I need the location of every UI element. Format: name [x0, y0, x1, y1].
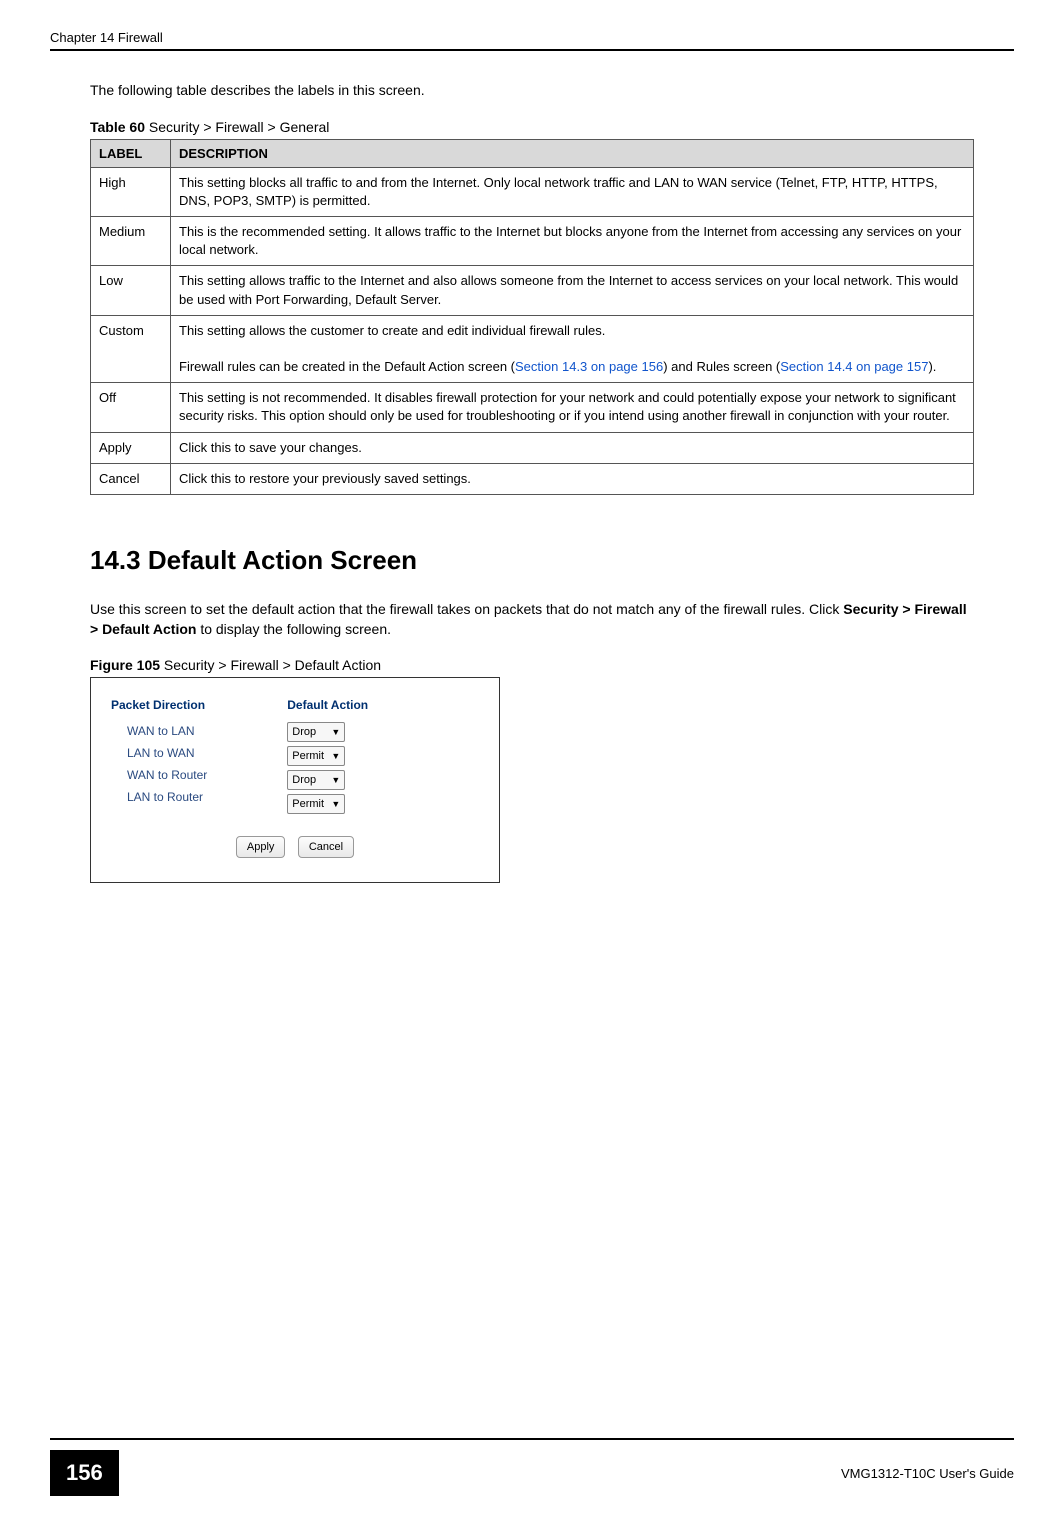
- cell-desc: This setting is not recommended. It disa…: [171, 383, 974, 432]
- packet-direction-column: Packet Direction WAN to LAN LAN to WAN W…: [111, 698, 207, 816]
- cell-desc: Click this to save your changes.: [171, 432, 974, 463]
- para-part-a: Use this screen to set the default actio…: [90, 601, 843, 617]
- default-action-header: Default Action: [287, 698, 368, 712]
- packet-direction-header: Packet Direction: [111, 698, 207, 712]
- footer-rule: [50, 1438, 1014, 1440]
- table-row: Apply Click this to save your changes.: [91, 432, 974, 463]
- cell-desc: This is the recommended setting. It allo…: [171, 216, 974, 265]
- col-label: LABEL: [91, 139, 171, 167]
- table-row: Custom This setting allows the customer …: [91, 315, 974, 383]
- cross-ref-link[interactable]: Section 14.3 on page 156: [515, 359, 663, 374]
- default-action-column: Default Action Drop▼ Permit▼ Drop▼ Permi…: [287, 698, 368, 816]
- button-row: Apply Cancel: [111, 836, 479, 858]
- table-header-row: LABEL DESCRIPTION: [91, 139, 974, 167]
- table-caption-title: Security > Firewall > General: [145, 119, 329, 135]
- packet-direction-item: WAN to LAN: [111, 720, 207, 742]
- chevron-down-icon: ▼: [325, 799, 340, 809]
- page-header: Chapter 14 Firewall: [50, 30, 1014, 51]
- select-value: Permit: [292, 798, 324, 810]
- custom-desc-p2b: ) and Rules screen (: [663, 359, 780, 374]
- cell-label: Low: [91, 266, 171, 315]
- guide-title: VMG1312-T10C User's Guide: [841, 1466, 1014, 1481]
- action-select[interactable]: Drop ▼: [287, 722, 345, 742]
- figure-caption-number: Figure 105: [90, 657, 160, 673]
- table-row: Low This setting allows traffic to the I…: [91, 266, 974, 315]
- cell-desc: This setting allows the customer to crea…: [171, 315, 974, 383]
- figure-caption: Figure 105 Security > Firewall > Default…: [90, 657, 974, 673]
- intro-text: The following table describes the labels…: [90, 81, 974, 101]
- table-row: Medium This is the recommended setting. …: [91, 216, 974, 265]
- cell-desc: Click this to restore your previously sa…: [171, 463, 974, 494]
- select-value: Drop: [292, 726, 316, 738]
- packet-direction-item: WAN to Router: [111, 764, 207, 786]
- custom-desc-p1: This setting allows the customer to crea…: [179, 323, 605, 338]
- packet-direction-item: LAN to WAN: [111, 742, 207, 764]
- col-description: DESCRIPTION: [171, 139, 974, 167]
- cell-desc: This setting allows traffic to the Inter…: [171, 266, 974, 315]
- page-footer: 156 VMG1312-T10C User's Guide: [50, 1438, 1014, 1496]
- cell-label: Apply: [91, 432, 171, 463]
- chevron-down-icon: ▼: [325, 727, 340, 737]
- cancel-button[interactable]: Cancel: [298, 836, 354, 858]
- cell-label: High: [91, 167, 171, 216]
- chevron-down-icon: ▼: [325, 775, 340, 785]
- apply-button[interactable]: Apply: [236, 836, 286, 858]
- figure-screenshot: Packet Direction WAN to LAN LAN to WAN W…: [90, 677, 500, 883]
- page-number: 156: [50, 1450, 119, 1496]
- cell-desc: This setting blocks all traffic to and f…: [171, 167, 974, 216]
- select-value: Drop: [292, 774, 316, 786]
- table-row: High This setting blocks all traffic to …: [91, 167, 974, 216]
- select-value: Permit: [292, 750, 324, 762]
- chapter-title: Chapter 14 Firewall: [50, 30, 163, 45]
- table-caption: Table 60 Security > Firewall > General: [90, 119, 974, 135]
- section-heading: 14.3 Default Action Screen: [90, 545, 974, 576]
- packet-direction-item: LAN to Router: [111, 786, 207, 808]
- cell-label: Medium: [91, 216, 171, 265]
- table-caption-number: Table 60: [90, 119, 145, 135]
- custom-desc-p2c: ).: [928, 359, 936, 374]
- custom-desc-p2a: Firewall rules can be created in the Def…: [179, 359, 515, 374]
- settings-table: LABEL DESCRIPTION High This setting bloc…: [90, 139, 974, 495]
- cell-label: Off: [91, 383, 171, 432]
- table-row: Cancel Click this to restore your previo…: [91, 463, 974, 494]
- cell-label: Cancel: [91, 463, 171, 494]
- para-part-b: to display the following screen.: [196, 621, 391, 637]
- action-select[interactable]: Permit▼: [287, 794, 345, 814]
- table-row: Off This setting is not recommended. It …: [91, 383, 974, 432]
- action-select[interactable]: Drop ▼: [287, 770, 345, 790]
- chevron-down-icon: ▼: [325, 751, 340, 761]
- cell-label: Custom: [91, 315, 171, 383]
- cross-ref-link[interactable]: Section 14.4 on page 157: [780, 359, 928, 374]
- figure-caption-title: Security > Firewall > Default Action: [160, 657, 381, 673]
- action-select[interactable]: Permit▼: [287, 746, 345, 766]
- section-paragraph: Use this screen to set the default actio…: [90, 600, 974, 639]
